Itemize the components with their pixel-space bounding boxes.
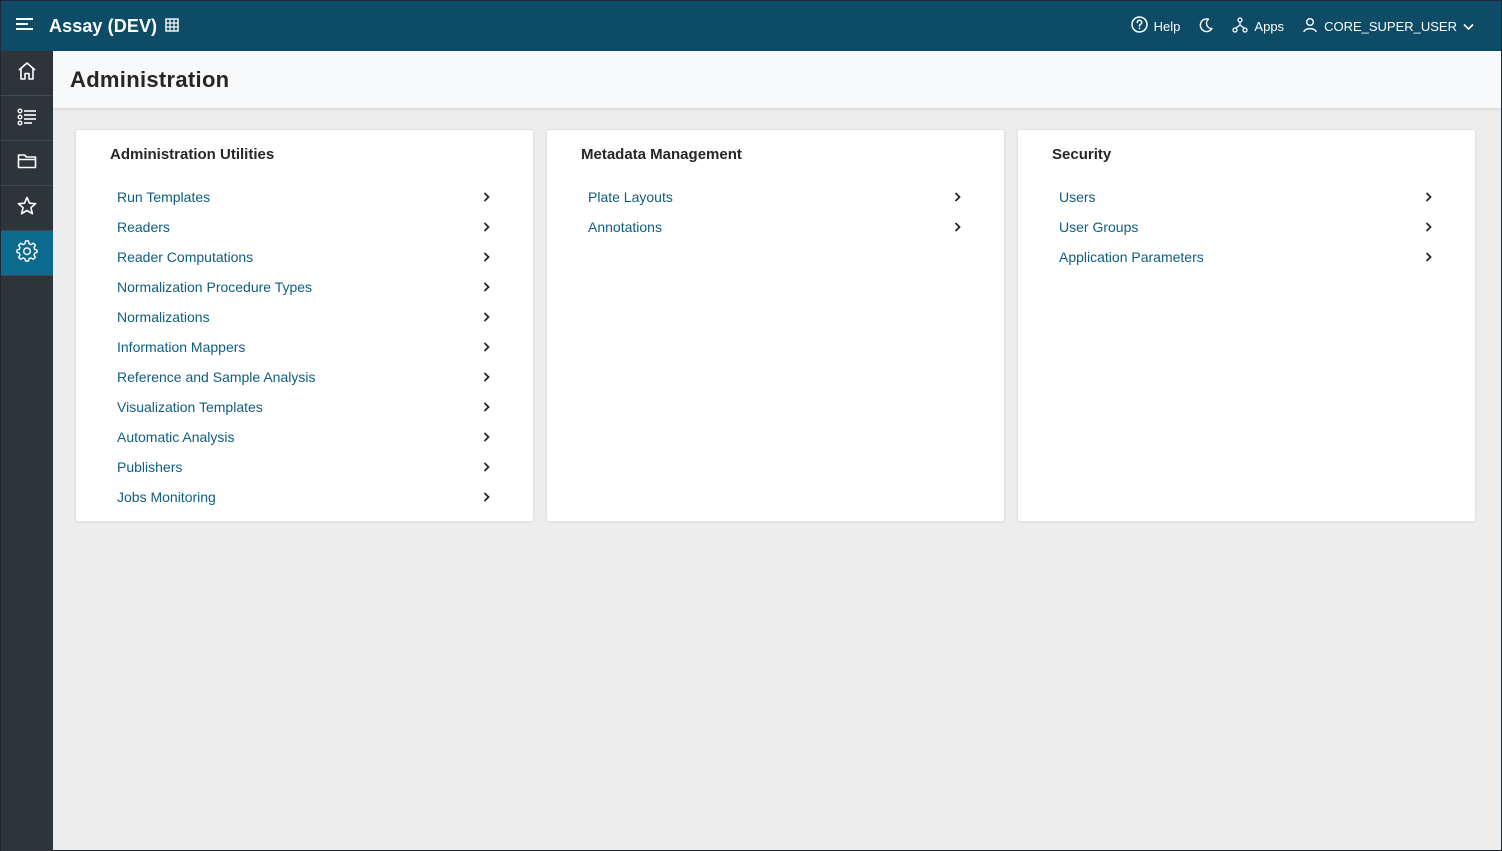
link-user-groups[interactable]: User Groups	[1052, 212, 1441, 242]
link-application-parameters[interactable]: Application Parameters	[1052, 242, 1441, 272]
link-normalizations[interactable]: Normalizations	[110, 302, 499, 332]
chevron-right-icon	[481, 222, 491, 232]
list-icon	[16, 105, 38, 132]
moon-icon	[1198, 17, 1214, 36]
top-bar-actions: Help Apps CORE_SUPER_USER	[1122, 1, 1501, 51]
help-label: Help	[1153, 18, 1181, 34]
link-label: Annotations	[588, 219, 662, 235]
link-label: Reference and Sample Analysis	[117, 369, 316, 385]
top-bar: Assay (DEV) Help Apps CORE_SUPER_USER	[1, 1, 1501, 51]
help-icon	[1130, 16, 1148, 36]
chevron-right-icon	[1423, 252, 1433, 262]
menu-toggle-button[interactable]	[1, 1, 49, 51]
link-publishers[interactable]: Publishers	[110, 452, 499, 482]
theme-toggle-button[interactable]	[1189, 9, 1223, 43]
sidebar-item-folder[interactable]	[1, 141, 53, 186]
link-label: Application Parameters	[1059, 249, 1204, 265]
link-reader-computations[interactable]: Reader Computations	[110, 242, 499, 272]
chevron-right-icon	[952, 192, 962, 202]
card-administration-utilities: Administration Utilities Run Templates R…	[75, 129, 534, 522]
chevron-right-icon	[481, 312, 491, 322]
grid-icon	[165, 16, 179, 37]
chevron-right-icon	[481, 402, 491, 412]
link-label: Visualization Templates	[117, 399, 263, 415]
link-reference-and-sample-analysis[interactable]: Reference and Sample Analysis	[110, 362, 499, 392]
sidebar-item-list[interactable]	[1, 96, 53, 141]
link-run-templates[interactable]: Run Templates	[110, 182, 499, 212]
hamburger-icon	[16, 17, 34, 36]
link-label: Information Mappers	[117, 339, 246, 355]
link-users[interactable]: Users	[1052, 182, 1441, 212]
link-label: Reader Computations	[117, 249, 254, 265]
link-normalization-procedure-types[interactable]: Normalization Procedure Types	[110, 272, 499, 302]
app-title: Assay (DEV)	[49, 15, 158, 36]
link-readers[interactable]: Readers	[110, 212, 499, 242]
link-label: Normalization Procedure Types	[117, 279, 313, 295]
help-button[interactable]: Help	[1122, 9, 1190, 43]
chevron-right-icon	[952, 222, 962, 232]
card-title: Security	[1052, 146, 1112, 163]
link-label: Jobs Monitoring	[117, 489, 216, 505]
home-icon	[16, 60, 38, 87]
link-label: Users	[1059, 189, 1096, 205]
chevron-right-icon	[481, 432, 491, 442]
chevron-right-icon	[481, 342, 491, 352]
chevron-right-icon	[1423, 192, 1433, 202]
chevron-right-icon	[481, 192, 491, 202]
card-security: Security Users User Groups Application P…	[1017, 129, 1476, 522]
link-visualization-templates[interactable]: Visualization Templates	[110, 392, 499, 422]
apps-button[interactable]: Apps	[1223, 9, 1293, 43]
link-annotations[interactable]: Annotations	[581, 212, 970, 242]
link-label: User Groups	[1059, 219, 1139, 235]
folder-icon	[16, 150, 38, 177]
link-jobs-monitoring[interactable]: Jobs Monitoring	[110, 482, 499, 512]
page-title: Administration	[70, 66, 230, 92]
link-label: Readers	[117, 219, 170, 235]
chevron-right-icon	[481, 252, 491, 262]
user-label: CORE_SUPER_USER	[1324, 18, 1457, 34]
sidebar-item-administration[interactable]	[1, 231, 53, 276]
user-menu-button[interactable]: CORE_SUPER_USER	[1293, 9, 1483, 43]
app-title-link[interactable]: Assay (DEV)	[49, 16, 179, 37]
gear-icon	[16, 239, 38, 267]
link-plate-layouts[interactable]: Plate Layouts	[581, 182, 970, 212]
sidebar-nav	[1, 51, 53, 851]
user-icon	[1302, 17, 1318, 36]
sidebar-item-home[interactable]	[1, 51, 53, 96]
card-metadata-management: Metadata Management Plate Layouts Annota…	[546, 129, 1005, 522]
chevron-right-icon	[481, 372, 491, 382]
card-grid: Administration Utilities Run Templates R…	[75, 129, 1476, 522]
chevron-right-icon	[481, 282, 491, 292]
star-icon	[16, 195, 38, 222]
link-label: Normalizations	[117, 309, 210, 325]
card-title: Administration Utilities	[110, 146, 275, 163]
link-information-mappers[interactable]: Information Mappers	[110, 332, 499, 362]
card-title: Metadata Management	[581, 146, 742, 163]
link-automatic-analysis[interactable]: Automatic Analysis	[110, 422, 499, 452]
chevron-right-icon	[481, 492, 491, 502]
apps-label: Apps	[1254, 18, 1285, 34]
chevron-right-icon	[1423, 222, 1433, 232]
link-label: Plate Layouts	[588, 189, 673, 205]
sidebar-item-favorites[interactable]	[1, 186, 53, 231]
link-label: Run Templates	[117, 189, 211, 205]
chevron-down-icon	[1463, 19, 1474, 34]
chevron-right-icon	[481, 462, 491, 472]
link-label: Publishers	[117, 459, 183, 475]
link-label: Automatic Analysis	[117, 429, 235, 445]
page-header: Administration	[53, 51, 1501, 108]
apps-hierarchy-icon	[1232, 16, 1249, 36]
